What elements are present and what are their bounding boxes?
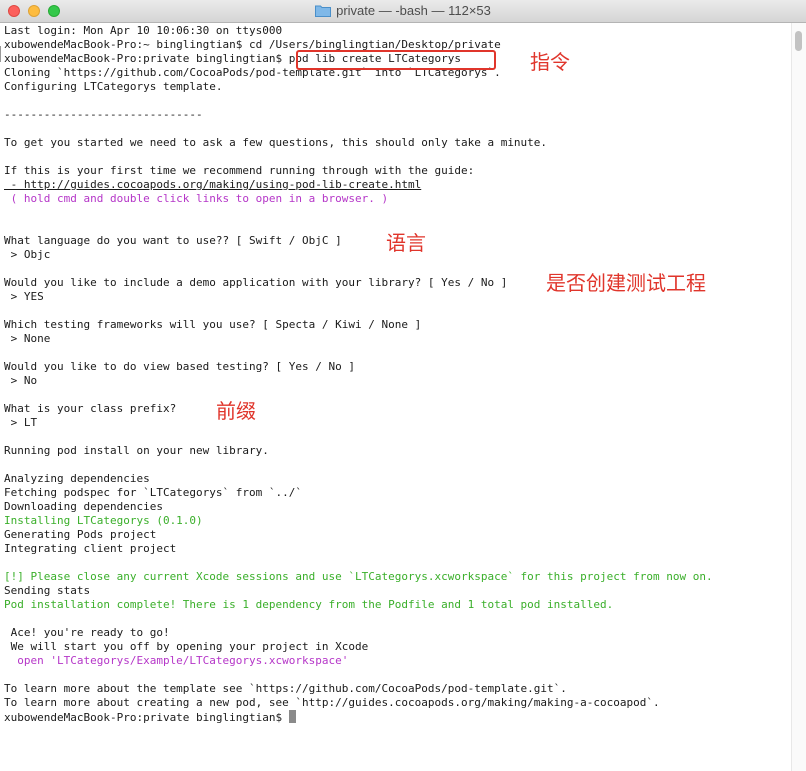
terminal-line: > No — [4, 374, 38, 387]
terminal-line: Installing LTCategorys (0.1.0) — [4, 514, 203, 527]
guide-link[interactable]: - http://guides.cocoapods.org/making/usi… — [4, 178, 422, 192]
terminal-line: > Objc — [4, 248, 51, 261]
text-cursor — [288, 710, 296, 723]
terminal-line: Sending stats — [4, 584, 91, 597]
annotation-command: 指令 — [530, 50, 570, 74]
terminal-line: [!] Please close any current Xcode sessi… — [4, 570, 713, 583]
window-title-container: private — -bash — 112×53 — [0, 0, 806, 22]
selection-marker — [0, 46, 3, 62]
annotation-prefix: 前缀 — [216, 399, 256, 423]
folder-icon — [315, 2, 332, 24]
window-title: private — -bash — 112×53 — [336, 3, 491, 18]
prompt-line[interactable]: xubowendeMacBook-Pro:private binglingtia… — [4, 710, 296, 724]
terminal-line: What is your class prefix? — [4, 402, 177, 415]
terminal-line: Ace! you're ready to go! — [4, 626, 170, 639]
terminal-content[interactable]: Last login: Mon Apr 10 10:06:30 on ttys0… — [4, 24, 784, 764]
terminal-line: We will start you off by opening your pr… — [4, 640, 369, 653]
terminal-line: Running pod install on your new library. — [4, 444, 269, 457]
terminal-line: Analyzing dependencies — [4, 472, 150, 485]
terminal-line: open 'LTCategorys/Example/LTCategorys.xc… — [4, 654, 349, 667]
terminal-line: Would you like to do view based testing?… — [4, 360, 355, 373]
terminal-line: Downloading dependencies — [4, 500, 163, 513]
terminal-line: > LT — [4, 416, 38, 429]
terminal-line: ( hold cmd and double click links to ope… — [4, 192, 389, 205]
terminal-line: ------------------------------ — [4, 108, 203, 121]
terminal-line: To learn more about creating a new pod, … — [4, 696, 660, 709]
terminal-line: What language do you want to use?? [ Swi… — [4, 234, 342, 247]
terminal-line: Last login: Mon Apr 10 10:06:30 on ttys0… — [4, 24, 283, 37]
terminal-line: To learn more about the template see `ht… — [4, 682, 567, 695]
terminal-line: Configuring LTCategorys template. — [4, 80, 223, 93]
terminal-line: > YES — [4, 290, 44, 303]
scrollbar-thumb[interactable] — [795, 31, 802, 51]
vertical-scrollbar[interactable] — [791, 23, 806, 771]
terminal-line: Would you like to include a demo applica… — [4, 276, 508, 289]
terminal-window: private — -bash — 112×53 Last login: Mon… — [0, 0, 806, 771]
terminal-line: To get you started we need to ask a few … — [4, 136, 548, 149]
terminal-line: > None — [4, 332, 51, 345]
terminal-line: Fetching podspec for `LTCategorys` from … — [4, 486, 303, 499]
terminal-line: If this is your first time we recommend … — [4, 164, 475, 177]
terminal-line: Integrating client project — [4, 542, 177, 555]
terminal-line: Which testing frameworks will you use? [… — [4, 318, 422, 331]
command-highlight-box — [296, 50, 496, 70]
terminal-line: Pod installation complete! There is 1 de… — [4, 598, 614, 611]
annotation-demo: 是否创建测试工程 — [546, 271, 706, 295]
terminal-line: Generating Pods project — [4, 528, 157, 541]
annotation-language: 语言 — [386, 231, 426, 255]
prompt-text: xubowendeMacBook-Pro:private binglingtia… — [4, 711, 289, 724]
title-bar[interactable]: private — -bash — 112×53 — [0, 0, 806, 23]
